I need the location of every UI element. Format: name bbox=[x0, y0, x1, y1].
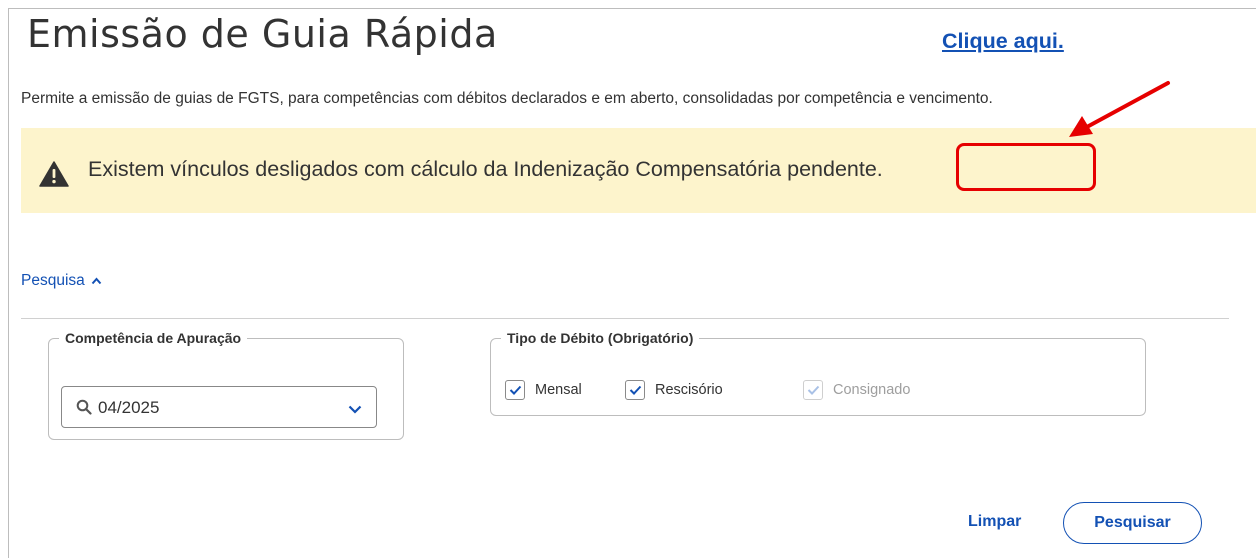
clear-button[interactable]: Limpar bbox=[968, 513, 1021, 531]
competencia-value: 04/2025 bbox=[98, 398, 160, 417]
warning-triangle-icon bbox=[39, 161, 69, 192]
checkbox-label: Rescisório bbox=[655, 382, 723, 398]
search-section-toggle[interactable]: Pesquisa bbox=[21, 272, 102, 290]
alert-message: Existem vínculos desligados com cálculo … bbox=[88, 157, 883, 181]
chevron-down-icon bbox=[348, 401, 362, 419]
tipo-debito-legend: Tipo de Débito (Obrigatório) bbox=[507, 330, 694, 346]
search-button[interactable]: Pesquisar bbox=[1063, 502, 1202, 544]
checkbox-label: Mensal bbox=[535, 382, 582, 398]
checkbox-rescisorio[interactable]: Rescisório bbox=[625, 380, 723, 400]
chevron-up-icon bbox=[91, 272, 102, 290]
checkbox-box[interactable] bbox=[625, 380, 645, 400]
clique-aqui-link[interactable]: Clique aqui. bbox=[942, 29, 1064, 54]
checkbox-label: Consignado bbox=[833, 382, 911, 398]
warning-alert: Existem vínculos desligados com cálculo … bbox=[21, 128, 1256, 213]
search-icon bbox=[76, 399, 92, 420]
section-divider bbox=[21, 318, 1229, 319]
page-title: Emissão de Guia Rápida bbox=[27, 12, 498, 56]
competencia-legend: Competência de Apuração bbox=[65, 330, 242, 346]
checkbox-mensal[interactable]: Mensal bbox=[505, 380, 582, 400]
search-toggle-label: Pesquisa bbox=[21, 272, 85, 289]
tipo-debito-fieldset: Tipo de Débito (Obrigatório) bbox=[490, 330, 1146, 416]
competencia-fieldset: Competência de Apuração 04/2025 bbox=[48, 330, 404, 440]
checkbox-box[interactable] bbox=[505, 380, 525, 400]
checkbox-consignado: Consignado bbox=[803, 380, 910, 400]
page-description: Permite a emissão de guias de FGTS, para… bbox=[21, 90, 993, 107]
competencia-select[interactable]: 04/2025 bbox=[61, 386, 377, 428]
checkbox-box bbox=[803, 380, 823, 400]
